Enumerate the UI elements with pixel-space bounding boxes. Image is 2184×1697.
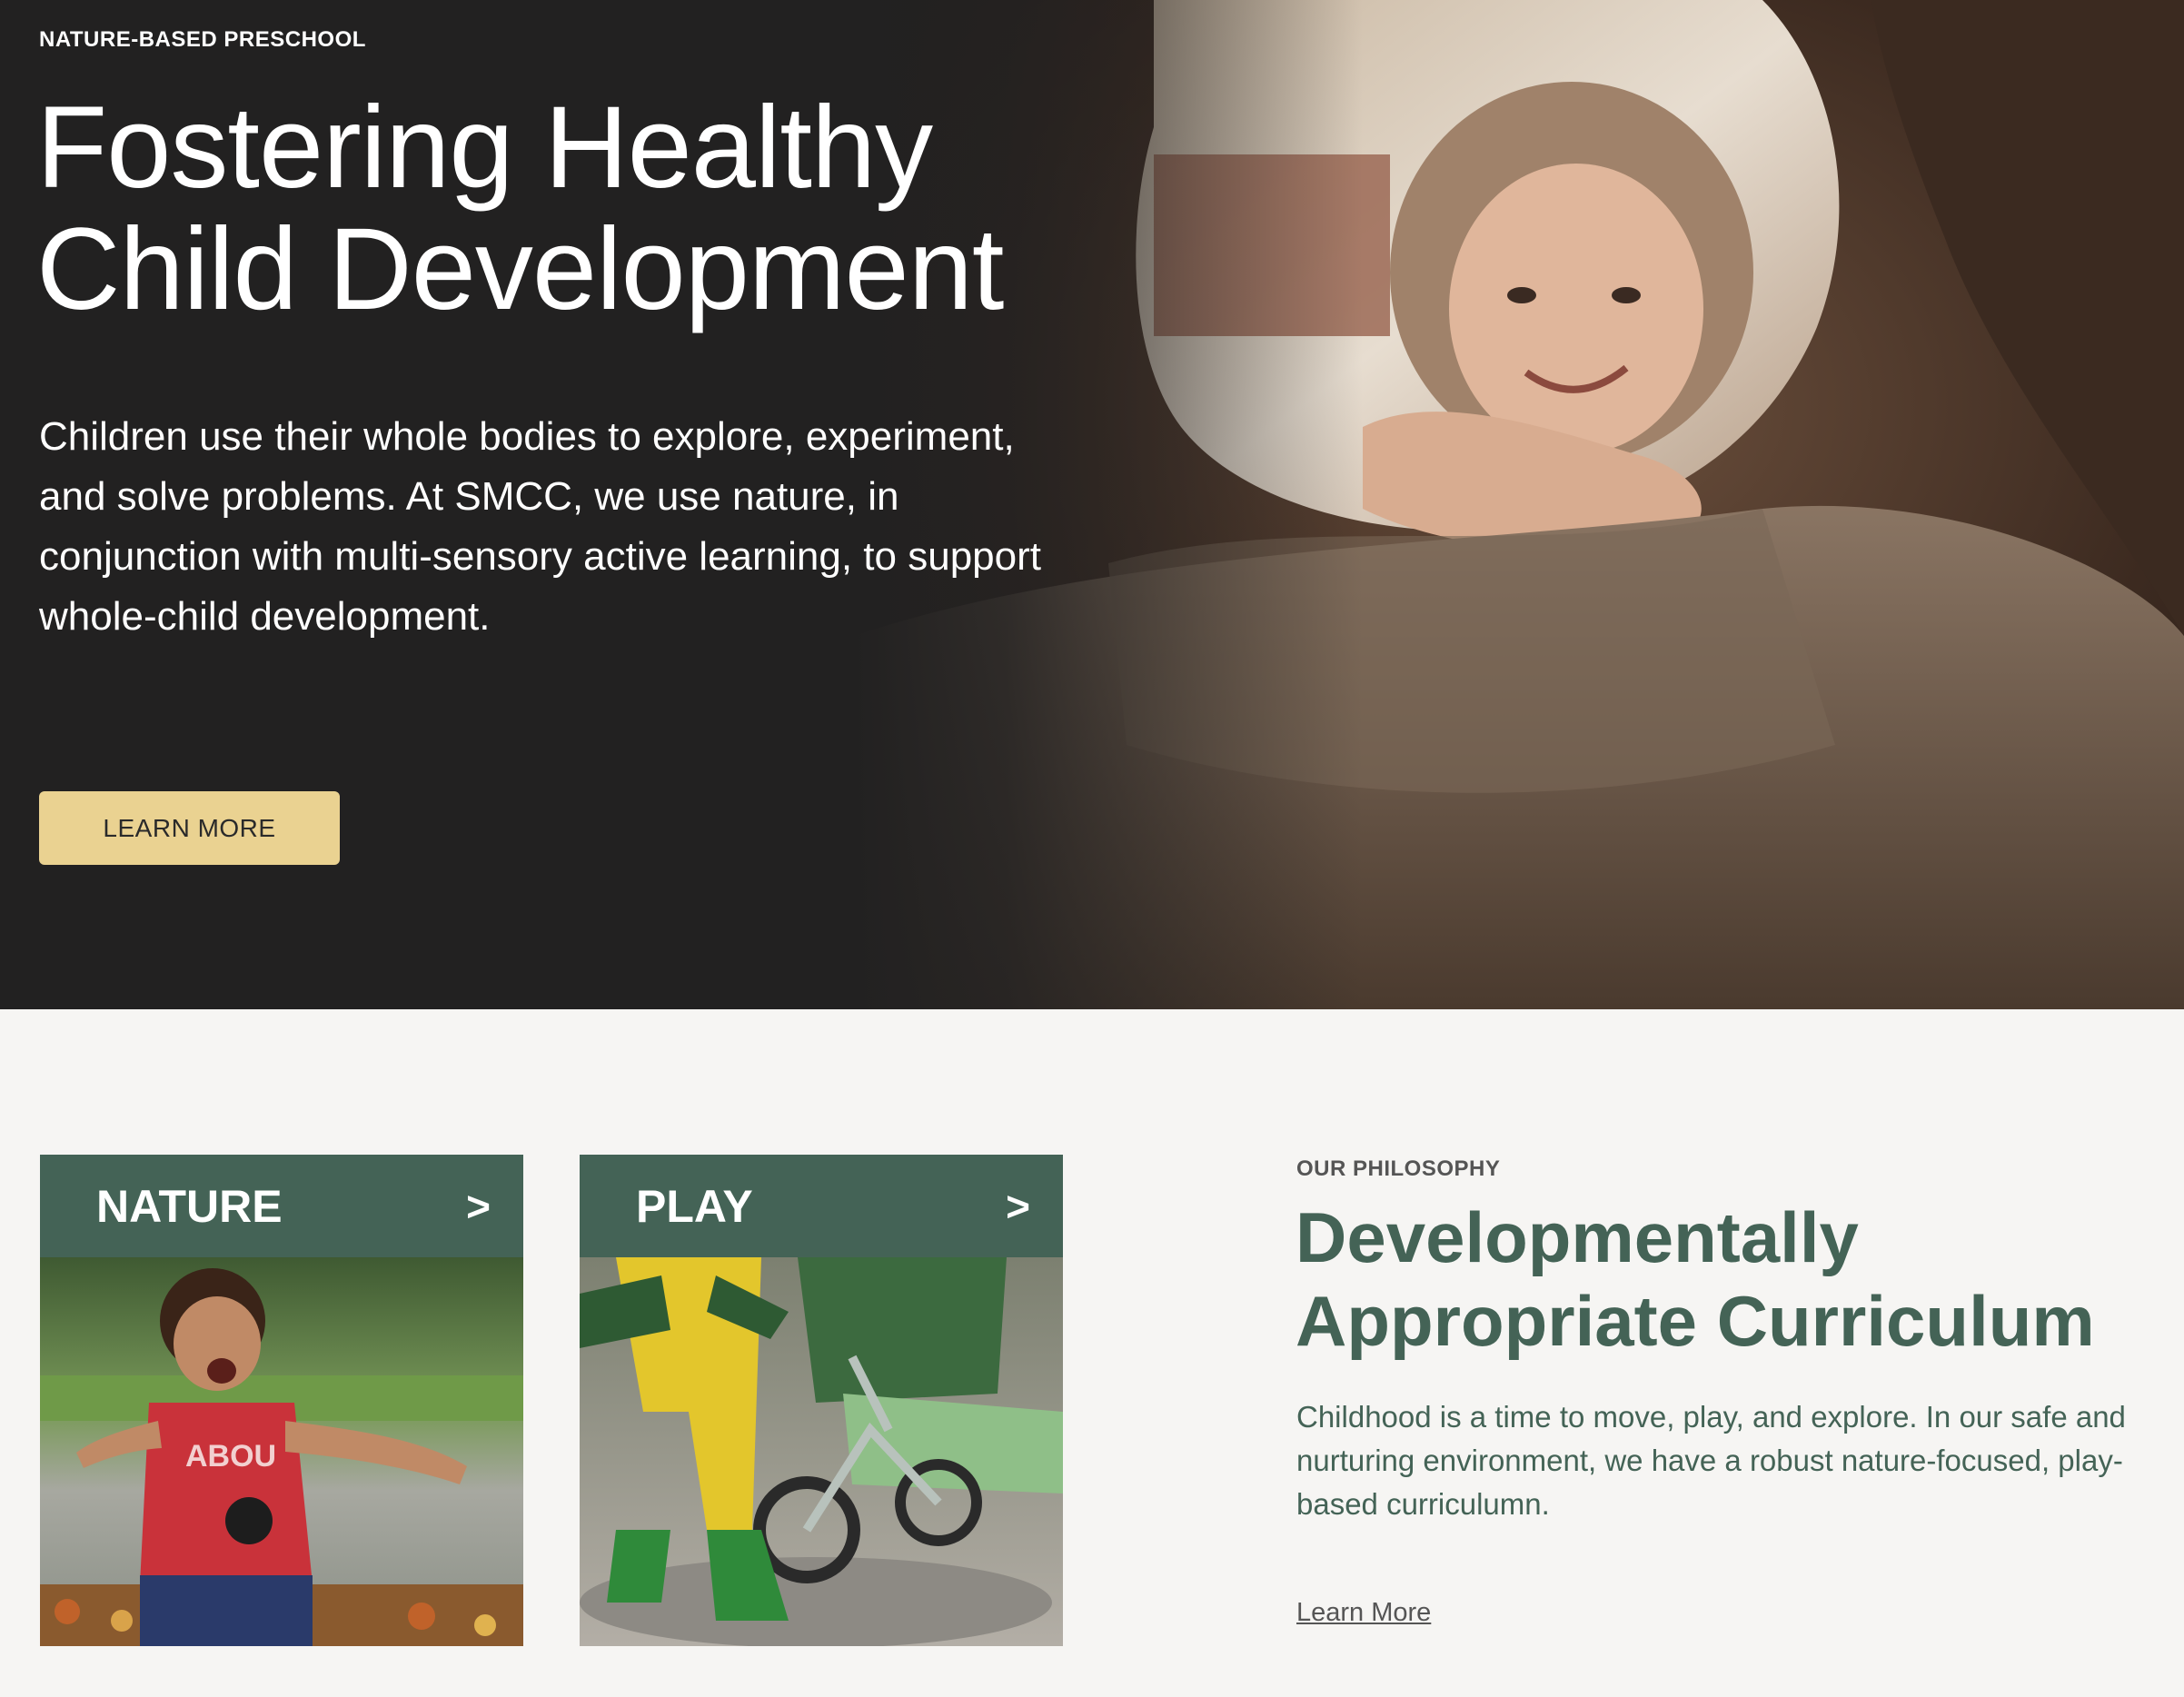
- philosophy-description: Childhood is a time to move, play, and e…: [1296, 1400, 2126, 1521]
- philosophy-eyebrow: OUR PHILOSOPHY: [1296, 1156, 1501, 1181]
- philosophy-learn-more-link[interactable]: Learn More: [1296, 1598, 1431, 1628]
- learn-more-button[interactable]: LEARN MORE: [39, 791, 340, 865]
- hero-title-line-1: Fostering Healthy: [36, 83, 933, 213]
- hero-eyebrow: NATURE-BASED PRESCHOOL: [39, 27, 366, 52]
- nature-card-image: ABOU: [40, 1257, 523, 1646]
- hero-section: NATURE-BASED PRESCHOOL Fostering Healthy…: [0, 0, 2184, 1009]
- play-card-header[interactable]: PLAY >: [580, 1155, 1063, 1257]
- chevron-right-icon: >: [466, 1183, 491, 1230]
- hero-title: Fostering Healthy Child Development: [36, 87, 1127, 331]
- nature-card-label: NATURE: [96, 1181, 283, 1232]
- philosophy-title: Developmentally Appropriate Curriculum: [1296, 1196, 2149, 1363]
- play-card-image: [580, 1257, 1063, 1646]
- hero-title-line-2: Child Development: [36, 204, 1004, 334]
- philosophy-title-line-2: Appropriate Curriculum: [1296, 1281, 2095, 1361]
- play-card-label: PLAY: [636, 1181, 753, 1232]
- philosophy-title-line-1: Developmentally: [1296, 1197, 1859, 1277]
- shirt-print-text: ABOU: [185, 1439, 276, 1474]
- hero-description: Children use their whole bodies to explo…: [39, 414, 1041, 639]
- nature-card[interactable]: NATURE > ABOU: [40, 1155, 523, 1646]
- chevron-right-icon: >: [1006, 1183, 1030, 1230]
- nature-card-header[interactable]: NATURE >: [40, 1155, 523, 1257]
- play-card[interactable]: PLAY >: [580, 1155, 1063, 1646]
